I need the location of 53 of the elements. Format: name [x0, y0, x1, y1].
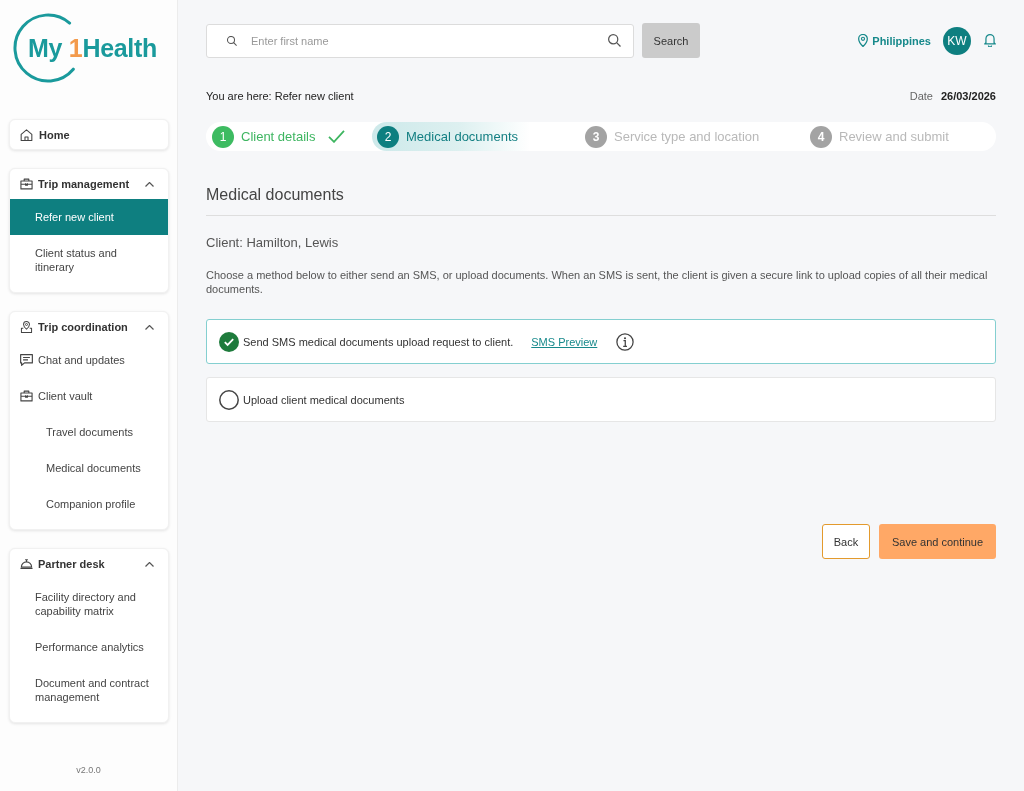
map-pin-icon [858, 34, 869, 47]
option-label: Upload client medical documents [243, 393, 405, 406]
search-field[interactable]: Enter first name [206, 23, 634, 58]
version-label: v2.0.0 [75, 765, 102, 775]
step-label: Review and submit [839, 129, 949, 144]
home-link[interactable]: Home [9, 119, 169, 150]
step-label: Service type and location [614, 129, 760, 144]
option-card[interactable]: Send SMS medical documents upload request to client. SMS Preview [206, 319, 996, 364]
briefcase-icon [20, 178, 33, 190]
option-card[interactable]: Upload client medical documents [206, 377, 996, 422]
nav-item[interactable]: Companion profile [10, 486, 168, 522]
option-label: Send SMS medical documents upload request to client. [243, 335, 514, 348]
client-name: Client: Hamilton, Lewis [206, 235, 340, 251]
check-icon [328, 130, 346, 143]
nav-item[interactable]: Document and contract management [10, 665, 168, 715]
step-label: Client details [241, 129, 316, 144]
map-pin-icon [20, 321, 33, 333]
step-number: 1 [212, 125, 234, 148]
nav-item[interactable]: Client status and itinerary [10, 235, 168, 285]
logo: My 1Health [13, 13, 165, 83]
step-number: 4 [810, 125, 832, 148]
avatar[interactable]: KW [943, 26, 971, 55]
bell-icon[interactable] [984, 34, 996, 47]
date-value: 26/03/2026 [940, 90, 996, 102]
search-icon[interactable] [608, 33, 621, 47]
nav-item[interactable]: Performance analytics [10, 629, 168, 665]
section-header[interactable]: Partner desk [10, 549, 168, 579]
home-icon [20, 128, 33, 141]
info-icon[interactable] [616, 332, 635, 351]
preview-link[interactable]: SMS Preview [531, 335, 598, 348]
breadcrumb: You are here: Refer new client [206, 90, 354, 102]
step-number: 2 [377, 125, 399, 148]
nav-item[interactable]: Medical documents [10, 450, 168, 486]
step-number: 3 [585, 125, 607, 148]
search-icon [227, 35, 237, 46]
search-button[interactable]: Search [642, 23, 700, 58]
section-header[interactable]: Trip management [10, 169, 168, 199]
service-bell-icon [20, 558, 33, 570]
date-label: Date [909, 90, 933, 102]
section-header[interactable]: Trip coordination [10, 312, 168, 342]
location-selector[interactable]: Philippines [858, 34, 931, 47]
instructions-text: Choose a method below to either send an SMS, or upload documents. When an SMS is sent, the client is given a secure link to upload copies of all their medical documents. [206, 268, 989, 296]
chat-icon [20, 354, 33, 366]
save-continue-button[interactable]: Save and continue [879, 524, 996, 559]
nav-item[interactable]: Client vault [10, 378, 168, 414]
back-button[interactable]: Back [822, 524, 870, 559]
nav-item[interactable]: Refer new client [10, 199, 168, 235]
nav-item[interactable]: Chat and updates [10, 342, 168, 378]
step-label: Medical documents [406, 129, 518, 144]
briefcase-icon [20, 390, 33, 402]
nav-item[interactable]: Travel documents [10, 414, 168, 450]
section-title: Medical documents [206, 185, 996, 216]
nav-item[interactable]: Facility directory and capability matrix [10, 579, 168, 629]
